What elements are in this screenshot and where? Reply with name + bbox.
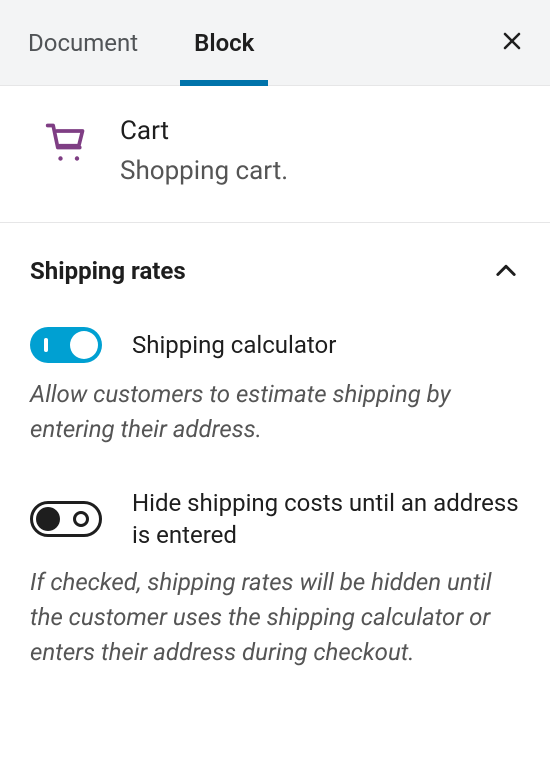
help-hide-shipping-costs: If checked, shipping rates will be hidde… [30, 565, 520, 669]
panel-shipping-rates-body: Shipping calculator Allow customers to e… [0, 295, 550, 670]
block-info: Cart Shopping cart. [0, 86, 550, 223]
help-shipping-calculator: Allow customers to estimate shipping by … [30, 377, 520, 447]
tab-document-label: Document [28, 29, 138, 57]
close-icon [500, 29, 524, 57]
cart-icon [44, 120, 88, 168]
panel-shipping-rates-header[interactable]: Shipping rates [0, 223, 550, 295]
block-title: Cart [120, 116, 288, 146]
toggle-hide-shipping-costs-label: Hide shipping costs until an address is … [132, 487, 520, 552]
close-button[interactable] [494, 25, 530, 61]
tab-block[interactable]: Block [166, 0, 282, 86]
chevron-up-icon [492, 257, 520, 285]
toggle-shipping-calculator-label: Shipping calculator [132, 329, 336, 361]
toggle-shipping-calculator[interactable] [30, 327, 102, 363]
panel-title: Shipping rates [30, 257, 186, 285]
block-description: Shopping cart. [120, 156, 288, 186]
tab-document[interactable]: Document [0, 0, 166, 86]
tab-block-label: Block [194, 29, 254, 57]
toggle-hide-shipping-costs[interactable] [30, 501, 102, 537]
